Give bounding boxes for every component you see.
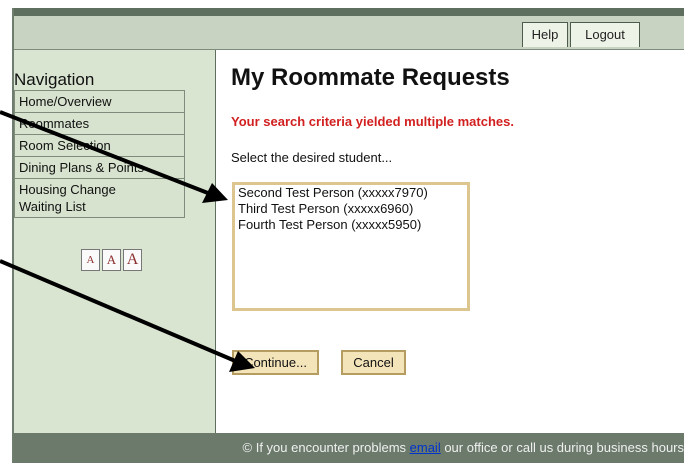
arrow-to-continue <box>0 259 241 365</box>
annotation-arrows <box>0 110 255 372</box>
arrow-to-listbox <box>0 110 214 197</box>
